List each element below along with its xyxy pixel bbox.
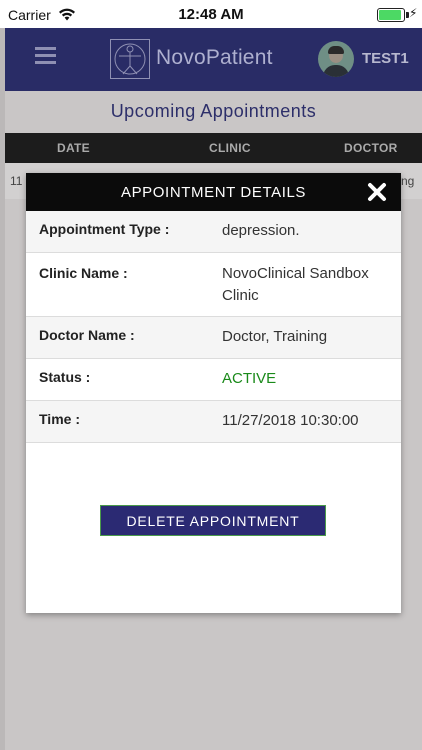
- vitruvian-figure-icon: [110, 39, 150, 79]
- detail-row-appointment-type: Appointment Type : depression.: [26, 211, 401, 253]
- app-header: NovoPatient TEST1: [5, 28, 422, 91]
- detail-value: NovoClinical Sandbox Clinic: [222, 265, 369, 304]
- detail-row-doctor-name: Doctor Name : Doctor, Training: [26, 317, 401, 359]
- column-header-doctor: DOCTOR: [344, 141, 398, 155]
- charging-bolt-icon: ⚡: [409, 6, 418, 20]
- detail-value: 11/27/2018 10:30:00: [222, 412, 359, 429]
- modal-header: APPOINTMENT DETAILS: [26, 173, 401, 211]
- clock: 12:48 AM: [178, 6, 244, 23]
- column-header-date: DATE: [57, 141, 90, 155]
- app-logo: NovoPatient: [110, 39, 282, 79]
- table-cell-doctor: ng: [401, 174, 415, 188]
- table-cell-date: 11: [10, 174, 23, 188]
- hamburger-menu-icon[interactable]: [35, 47, 56, 65]
- avatar[interactable]: [318, 41, 354, 77]
- delete-appointment-button[interactable]: DELETE APPOINTMENT: [100, 505, 326, 536]
- battery-icon: [377, 8, 409, 22]
- detail-row-clinic-name: Clinic Name : NovoClinical Sandbox Clini…: [26, 253, 401, 317]
- page-title: Upcoming Appointments: [5, 91, 422, 132]
- appointment-details-modal: APPOINTMENT DETAILS Appointment Type : d…: [26, 173, 401, 613]
- brand-name: NovoPatient: [156, 46, 273, 69]
- detail-value: Doctor, Training: [222, 328, 328, 345]
- column-header-clinic: CLINIC: [209, 141, 251, 155]
- status-badge: ACTIVE: [222, 370, 277, 387]
- modal-title: APPOINTMENT DETAILS: [120, 184, 307, 201]
- user-name[interactable]: TEST1: [362, 50, 409, 67]
- close-icon[interactable]: [366, 181, 388, 203]
- status-bar: Carrier 12:48 AM ⚡: [0, 0, 422, 28]
- detail-row-status: Status : ACTIVE: [26, 359, 401, 401]
- detail-label: Clinic Name :: [39, 265, 128, 281]
- table-header: DATE CLINIC DOCTOR: [5, 133, 422, 163]
- detail-label: Doctor Name :: [39, 327, 135, 343]
- detail-label: Status :: [39, 369, 91, 385]
- detail-label: Appointment Type :: [39, 221, 170, 237]
- detail-label: Time :: [39, 411, 80, 427]
- detail-value: depression.: [222, 222, 300, 239]
- detail-row-time: Time : 11/27/2018 10:30:00: [26, 401, 401, 443]
